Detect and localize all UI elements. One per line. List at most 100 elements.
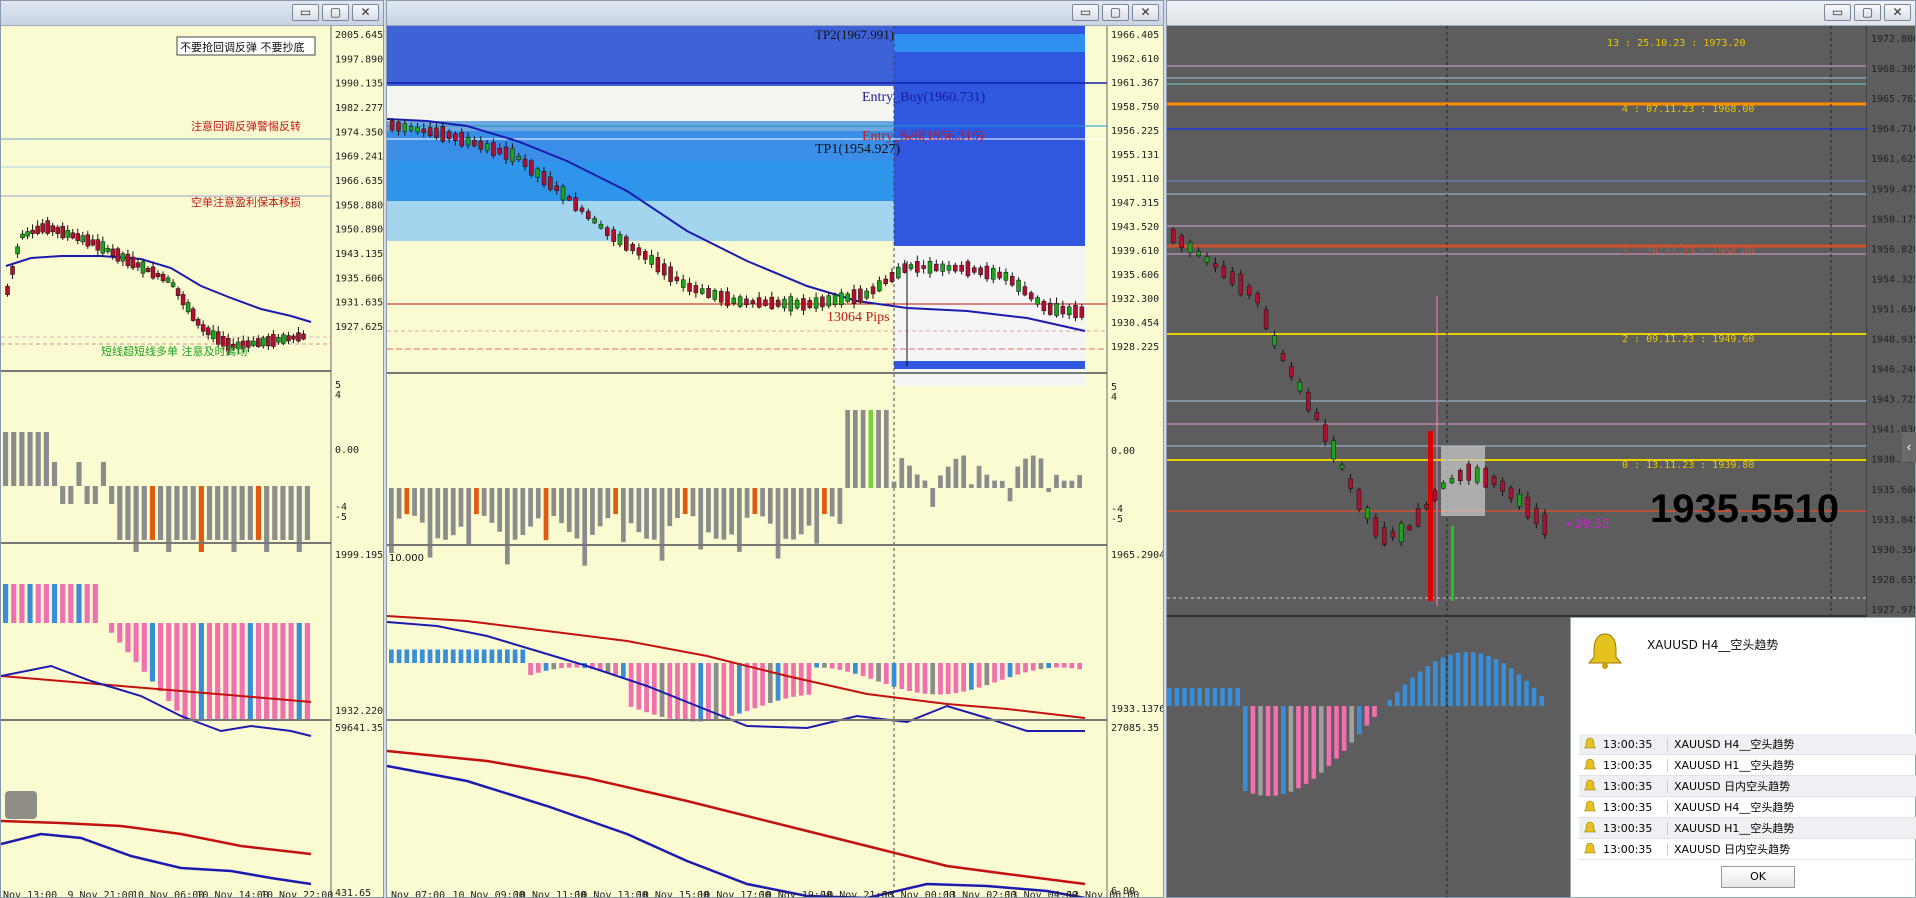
histogram-bar [1054,474,1059,488]
histogram-bar [1205,688,1210,706]
histogram-bar [899,663,905,689]
histogram-bar [899,458,905,488]
candle [497,147,502,155]
histogram-bar [1015,466,1021,488]
candle [296,332,301,342]
left-chart-svg[interactable]: 不要抢回调反弹 不要抄底 注意回调反弹警惕反转 空单注意盈利保本移损 短线超短线… [1,26,384,898]
histogram-bar [698,663,704,722]
candle [1508,487,1514,499]
bell-icon [1583,779,1597,791]
close-button[interactable]: ✕ [1884,4,1911,21]
window-titlebar[interactable]: ▭ ▢ ✕ [1167,1,1915,26]
price-axis-label: 1951.110 [1111,174,1159,185]
histogram-bar [11,432,17,486]
histogram-bar [659,663,665,717]
candle [617,234,623,246]
maximize-button[interactable]: ▢ [1854,4,1881,21]
price-axis-label: 1958.175 [1871,214,1916,225]
minimize-button[interactable]: ▭ [1824,4,1851,21]
alert-row[interactable]: 13:00:35 XAUUSD 日内空头趋势 [1579,776,1916,797]
price-axis-label: 1933.045 [1871,515,1916,526]
price-axis-label: 1972.800 [1871,34,1916,45]
candle [170,282,176,287]
histogram-bar [125,623,131,653]
candle [1035,297,1040,305]
price-axis-label: 1958.880 [335,200,383,211]
candle [870,286,876,295]
menu-icon[interactable] [5,791,37,819]
histogram-bar [84,486,90,504]
window-titlebar[interactable]: ▭ ▢ ✕ [387,1,1163,26]
candle [725,291,730,306]
histogram-bar [767,488,773,524]
histogram-bar [1182,688,1187,706]
histogram-bar [1402,684,1408,706]
histogram-bar [767,663,773,704]
histogram-bar [182,486,188,540]
histogram-bar [744,663,750,712]
histogram-bar [1425,665,1430,706]
price-axis-label: 1969.241 [335,152,383,163]
minimize-button[interactable]: ▭ [1072,4,1099,21]
candle [200,324,206,332]
histogram-bar [907,663,912,691]
price-axis-label: 1930.350 [1871,545,1916,556]
histogram-bar [535,488,541,519]
histogram-bar [528,488,533,527]
time-axis-label: Nov 07:00 [391,890,445,898]
candle [807,300,813,308]
candle [548,176,553,190]
chart-window-left[interactable]: ▭ ▢ ✕ 不要抢回调反弹 不要抄底 注意回调反弹警惕反转 空单注意盈利保本移损… [0,0,384,898]
alert-header: XAUUSD H4__空头趋势 [1647,638,1779,652]
candle [266,336,271,347]
alert-row[interactable]: 13:00:35 XAUUSD H4__空头趋势 [1579,797,1916,818]
candle [50,225,55,233]
time-axis-label: 13 Nov 06:00 [1067,890,1139,898]
close-button[interactable]: ✕ [352,4,379,21]
histogram-bar [149,623,155,682]
histogram-bar [458,649,464,663]
maximize-button[interactable]: ▢ [1102,4,1129,21]
time-axis-label: 10 Nov 22:00 [261,890,333,898]
candle [1170,229,1176,243]
price-axis-label: 2005.645 [335,30,383,41]
candle [1179,235,1184,249]
middle-chart-svg[interactable]: TP2(1967.991) Entry_Buy(1960.731) Entry_… [387,26,1164,898]
candle [801,298,806,311]
histogram-bar [489,488,495,523]
candle [1424,504,1429,509]
maximize-button[interactable]: ▢ [322,4,349,21]
alert-row[interactable]: 13:00:35 XAUUSD H1__空头趋势 [1579,818,1916,839]
candle [60,225,65,239]
histogram-bar [1448,654,1453,706]
alert-dialog[interactable]: XAUUSD H4__空头趋势 13:00:35 XAUUSD H4__空头趋势 1… [1570,617,1916,898]
candle [40,223,45,233]
histogram-bar [528,663,533,676]
chart-window-middle[interactable]: ▭ ▢ ✕ TP2(1967.991) Entry_Buy(1960.731) … [386,0,1164,898]
candle [1365,507,1370,519]
histogram-bar [752,663,758,709]
histogram-bar [860,663,866,677]
ok-button[interactable]: OK [1721,866,1795,888]
alert-row[interactable]: 13:00:35 XAUUSD 日内空头趋势 [1579,839,1916,860]
candle [1356,489,1362,511]
candle [75,233,80,241]
alert-list[interactable]: 13:00:35 XAUUSD H4__空头趋势 13:00:35 XAUUSD H1… [1579,734,1916,860]
close-button[interactable]: ✕ [1132,4,1159,21]
side-collapse-tab[interactable]: ‹ [1902,432,1916,462]
candle [813,297,819,309]
candle [756,297,762,308]
histogram-bar [481,488,487,516]
candle [560,186,566,201]
histogram-bar [713,488,719,539]
histogram-bar [1417,671,1423,706]
candle [921,265,926,269]
alert-row[interactable]: 13:00:35 XAUUSD H4__空头趋势 [1579,734,1916,755]
window-titlebar[interactable]: ▭ ▢ ✕ [1,1,383,26]
histogram-bar [1486,655,1491,706]
histogram-bar [953,458,959,488]
alert-row[interactable]: 13:00:35 XAUUSD H1__空头趋势 [1579,755,1916,776]
histogram-bar [497,488,502,532]
histogram-bar [272,486,278,540]
minimize-button[interactable]: ▭ [292,4,319,21]
